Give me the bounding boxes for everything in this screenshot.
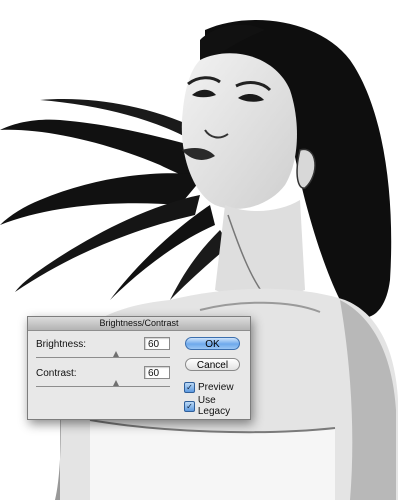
use-legacy-checkbox-row[interactable]: ✓ Use Legacy bbox=[184, 395, 250, 417]
brightness-label: Brightness: bbox=[36, 339, 87, 350]
dialog-title[interactable]: Brightness/Contrast bbox=[28, 317, 250, 331]
contrast-slider-thumb-icon[interactable] bbox=[113, 380, 120, 386]
cancel-button[interactable]: Cancel bbox=[185, 358, 240, 371]
use-legacy-checkbox[interactable]: ✓ bbox=[184, 400, 195, 412]
preview-checkbox[interactable]: ✓ bbox=[184, 381, 195, 393]
brightness-slider-thumb-icon[interactable] bbox=[113, 351, 120, 357]
check-icon: ✓ bbox=[186, 401, 193, 411]
background-photo bbox=[0, 0, 400, 500]
preview-label: Preview bbox=[198, 381, 234, 393]
contrast-label: Contrast: bbox=[36, 368, 77, 379]
contrast-slider-track[interactable] bbox=[36, 386, 170, 387]
contrast-value-field[interactable]: 60 bbox=[144, 366, 170, 379]
check-icon: ✓ bbox=[186, 382, 193, 392]
brightness-contrast-dialog: Brightness/Contrast Brightness: 60 Contr… bbox=[27, 316, 251, 420]
preview-checkbox-row[interactable]: ✓ Preview bbox=[184, 381, 234, 393]
brightness-value-field[interactable]: 60 bbox=[144, 337, 170, 350]
brightness-slider-track[interactable] bbox=[36, 357, 170, 358]
use-legacy-label: Use Legacy bbox=[197, 395, 231, 417]
ok-button[interactable]: OK bbox=[185, 337, 240, 350]
